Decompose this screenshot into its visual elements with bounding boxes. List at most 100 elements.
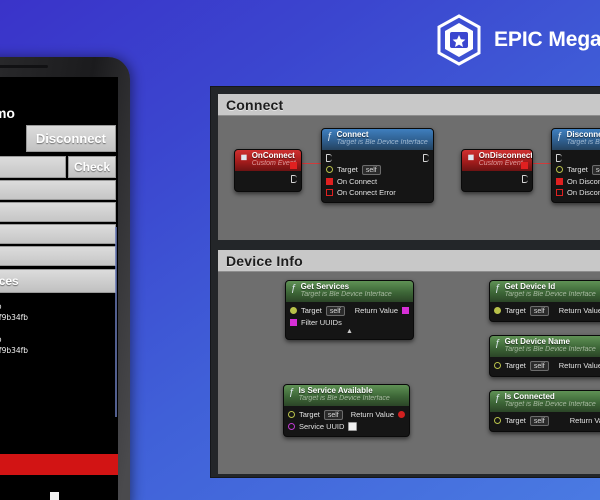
object-pin-icon[interactable] [494, 362, 501, 370]
node-is-service-available[interactable]: ƒ Is Service Available Target is Ble Dev… [283, 384, 410, 437]
value-field[interactable]: 5d [0, 180, 116, 200]
node-title: Get Device Id [504, 282, 556, 291]
exec-in-pin-icon[interactable] [556, 154, 562, 163]
pin-label: Target [505, 361, 526, 371]
pin-label: Target [301, 306, 322, 316]
delegate-pin-icon[interactable] [556, 188, 563, 196]
bool-pin-icon[interactable] [398, 411, 405, 419]
delegate-out-pin-icon[interactable] [290, 162, 297, 169]
target-self-value[interactable]: self [361, 164, 381, 175]
pin-row-exec-out[interactable] [235, 174, 301, 185]
pin-label: Return Value [558, 361, 600, 371]
disconnect-button[interactable]: Disconnect [25, 125, 116, 152]
back-button[interactable]: Back [0, 454, 118, 475]
phone-screen: oodies Demo Disconnect 18 Check 5d 5d 63… [0, 77, 118, 500]
epic-hexagon-star-icon [435, 14, 483, 66]
pin-row-target[interactable]: Target sel [552, 164, 600, 176]
node-body: Target self Return Value Service UUID [284, 406, 409, 436]
value-field[interactable]: 63 [0, 224, 116, 244]
field-row: 5d [0, 179, 118, 201]
node-title: OnDisconnect [478, 151, 533, 160]
node-get-services[interactable]: ƒ Get Services Target is Ble Device Inte… [285, 280, 414, 340]
check-button[interactable]: Check [67, 156, 116, 178]
diamond-event-icon: ◆ [464, 150, 478, 165]
target-self-value[interactable]: self [325, 305, 345, 316]
node-body: Target self Return Value [490, 302, 600, 321]
exec-out-pin-icon[interactable] [423, 154, 429, 163]
node-on-disconnect-event[interactable]: ◆ OnDisconnect Custom Event [461, 149, 533, 192]
array-pin-icon[interactable] [402, 307, 409, 315]
exec-out-pin-icon[interactable] [522, 175, 528, 184]
value-field[interactable]: 5d [0, 202, 116, 222]
exec-wire [301, 163, 321, 164]
target-self-value[interactable]: self [323, 409, 343, 420]
pin-label: On Connect Error [337, 187, 396, 197]
object-pin-icon[interactable] [494, 307, 501, 315]
delegate-pin-icon[interactable] [326, 188, 333, 196]
target-self-value[interactable]: sel [591, 164, 600, 175]
panel-canvas-device-info[interactable]: ƒ Get Services Target is Ble Device Inte… [218, 272, 600, 474]
earpiece-speaker-icon [0, 65, 48, 68]
field-row: 63 [0, 245, 118, 267]
object-pin-icon[interactable] [290, 307, 297, 315]
available-services-button[interactable]: ailable services [0, 269, 116, 293]
pin-row-on-connect-error[interactable]: On Connect Error [322, 187, 433, 198]
pin-row-on-disconnect-error[interactable]: On Disconn [552, 187, 600, 198]
node-header: ƒ Is Service Available Target is Ble Dev… [284, 385, 409, 406]
node-subtitle: Target is Ble Device Interface [504, 346, 596, 354]
mtu-input[interactable]: 18 [0, 156, 66, 178]
node-is-connected[interactable]: ƒ Is Connected Target is Ble Device Inte… [489, 390, 600, 432]
service-uuid-input[interactable] [348, 421, 358, 431]
exec-wire [531, 163, 551, 164]
exec-in-pin-icon[interactable] [326, 154, 332, 163]
node-get-device-name[interactable]: ƒ Get Device Name Target is Ble Device I… [489, 335, 600, 377]
pin-row-exec-out[interactable] [462, 174, 532, 185]
node-header: ƒ Get Device Id Target is Ble Device Int… [490, 281, 600, 302]
pin-row-target[interactable]: Target self Return Value [284, 409, 409, 421]
object-pin-icon[interactable] [494, 417, 501, 425]
pin-row-target[interactable]: Target self Return Value [286, 305, 413, 317]
delegate-pin-icon[interactable] [556, 177, 563, 185]
scrollbar[interactable] [115, 227, 117, 417]
node-expand-toggle[interactable]: ▲ [286, 328, 413, 335]
node-body [462, 171, 532, 191]
pin-row-service-uuid[interactable]: Service UUID [284, 421, 409, 432]
array-pin-icon[interactable] [290, 318, 297, 326]
function-f-icon: ƒ [291, 283, 297, 294]
object-pin-icon[interactable] [326, 166, 333, 174]
list-item: 0-1000-8000-00805f9b34fb [0, 346, 29, 355]
pin-row-exec[interactable] [322, 153, 433, 164]
node-subtitle: Target is Ble Device Interface [298, 395, 390, 403]
delegate-pin-icon[interactable] [326, 177, 333, 185]
value-field[interactable]: 63 [0, 246, 116, 266]
node-get-device-id[interactable]: ƒ Get Device Id Target is Ble Device Int… [489, 280, 600, 322]
pin-row-on-connect[interactable]: On Connect [322, 176, 433, 187]
node-on-connect-event[interactable]: ◆ OnConnect Custom Event [234, 149, 302, 192]
object-pin-icon[interactable] [556, 166, 563, 174]
node-title: Disconnec [566, 130, 600, 139]
pin-row-target[interactable]: Target self Return Value [490, 360, 600, 372]
pin-row-target[interactable]: Target self [322, 164, 433, 176]
pin-row-target[interactable]: Target self Return Value [490, 305, 600, 317]
object-pin-icon[interactable] [288, 411, 295, 419]
node-disconnect-function[interactable]: ƒ Disconnec Target is Bl [551, 128, 600, 203]
target-self-value[interactable]: self [529, 415, 549, 426]
target-self-value[interactable]: self [529, 360, 549, 371]
pin-row-target[interactable]: Target self Return Value [490, 415, 600, 427]
pin-row-on-disconnect[interactable]: On Disconn [552, 176, 600, 187]
square-recents-icon[interactable] [49, 491, 59, 500]
pin-row-exec[interactable] [552, 153, 600, 164]
delegate-out-pin-icon[interactable] [521, 162, 528, 169]
pin-row-filter-uuids[interactable]: Filter UUIDs [286, 317, 413, 328]
logo-wordmark: EPIC MegaGr [494, 28, 600, 51]
pin-label: Return Value [354, 306, 398, 316]
node-body: Target self Return Value [490, 412, 600, 431]
target-self-value[interactable]: self [529, 305, 549, 316]
panel-title-connect: Connect [218, 94, 600, 116]
struct-pin-icon[interactable] [288, 422, 295, 430]
exec-out-pin-icon[interactable] [291, 175, 297, 184]
node-body: Target self Return Value [490, 357, 600, 376]
node-connect-function[interactable]: ƒ Connect Target is Ble Device Interface [321, 128, 434, 203]
panel-canvas-connect[interactable]: ƒ Connect Target is Ble Device Interface [218, 116, 600, 240]
